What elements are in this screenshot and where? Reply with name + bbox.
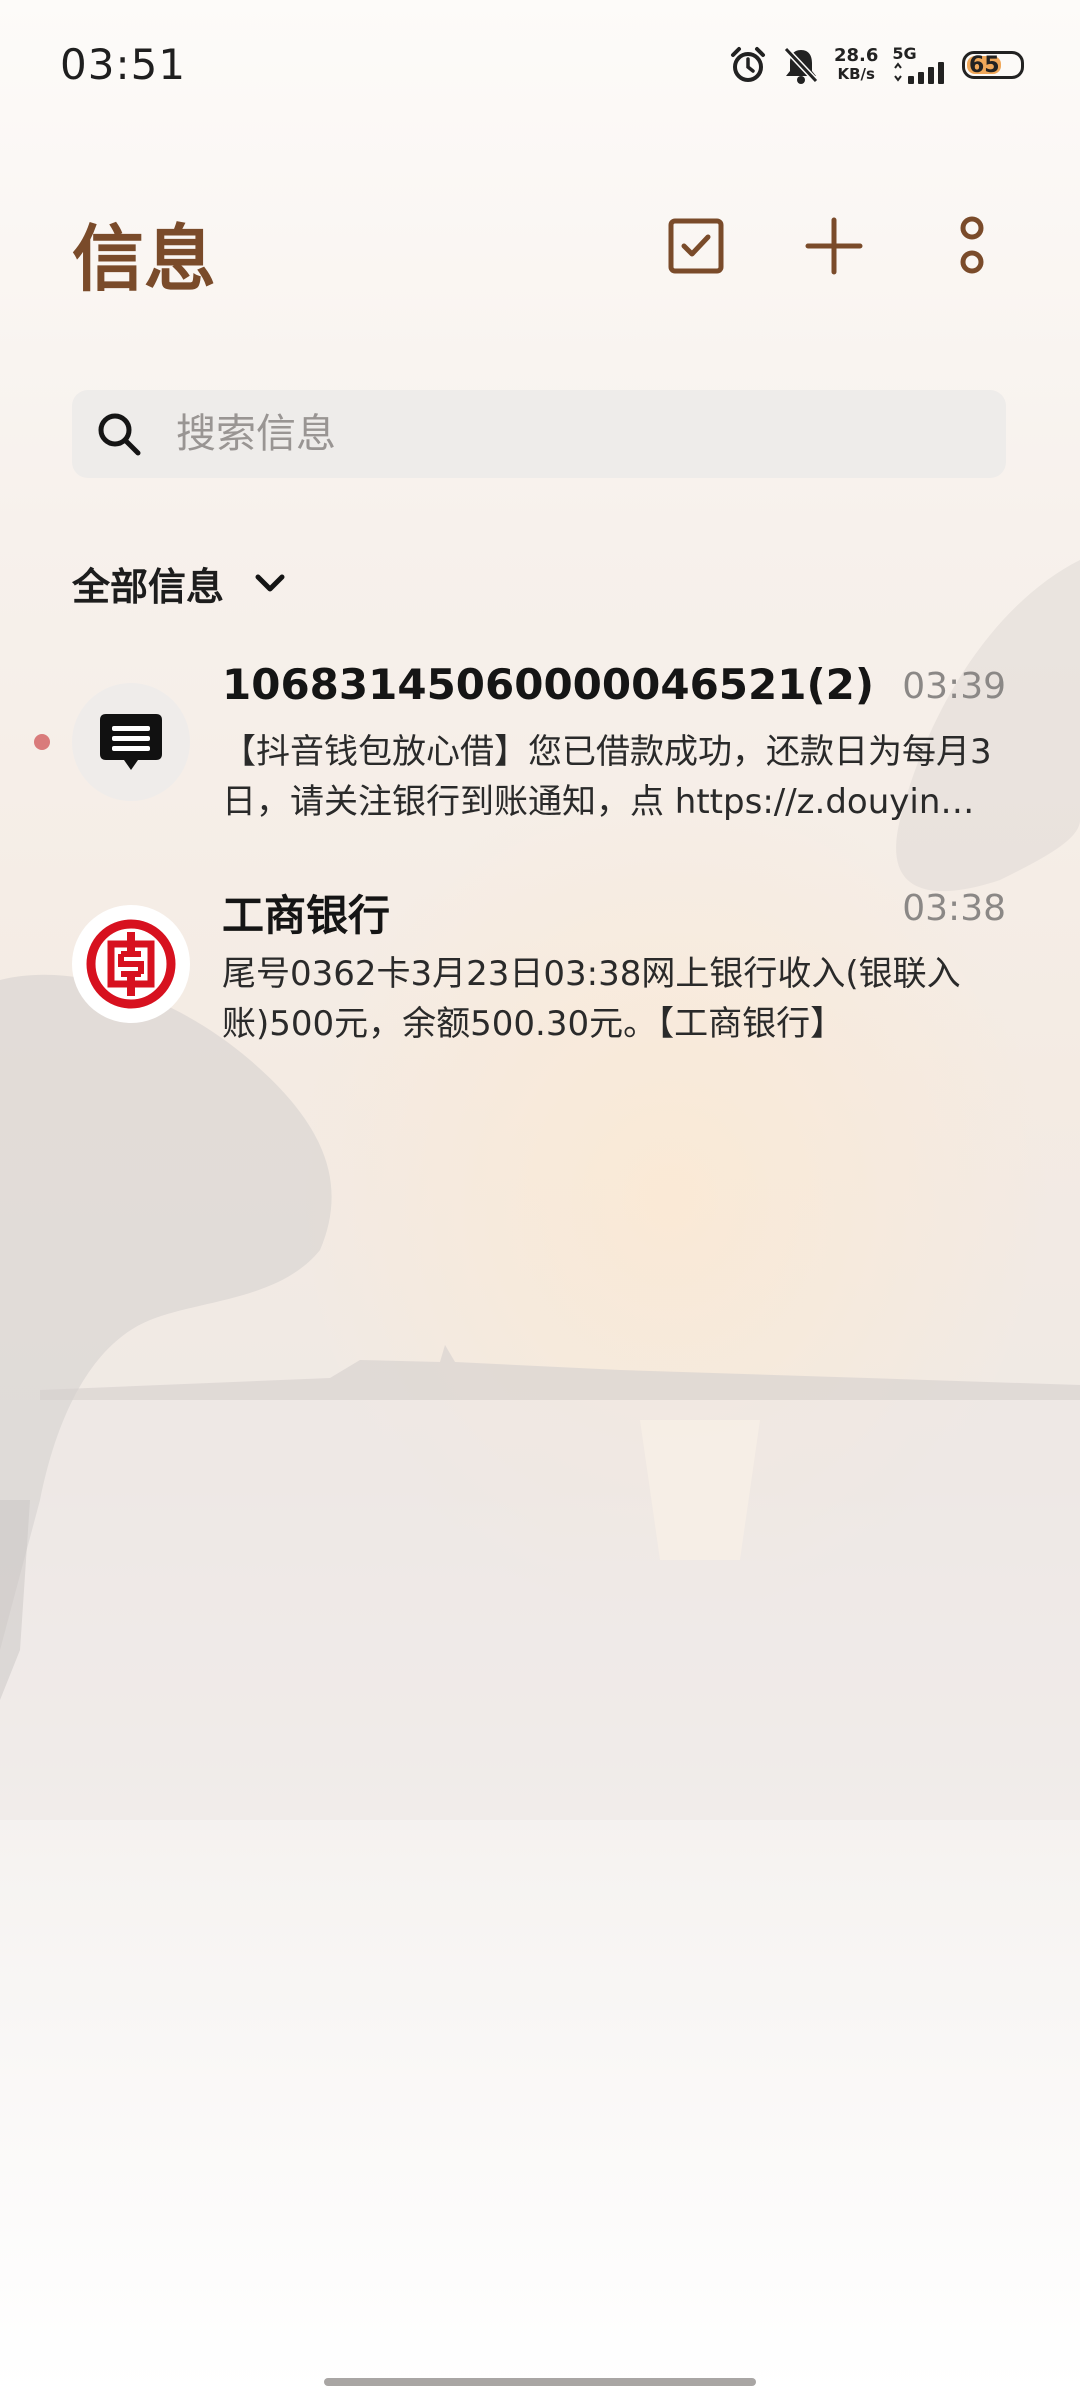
bell-muted-icon [783, 46, 819, 84]
net-speed: 28.6 KB/s [834, 46, 878, 84]
message-item[interactable]: 10683145060000046521(2) 03:39 【抖音钱包放心借】您… [0, 650, 1080, 860]
net-speed-unit: KB/s [837, 65, 875, 83]
avatar [72, 905, 190, 1023]
plus-icon [805, 217, 863, 275]
filter-label: 全部信息 [72, 565, 225, 609]
avatar [72, 683, 190, 801]
unread-dot [34, 734, 50, 750]
status-time: 03:51 [60, 40, 187, 89]
signal-icon [894, 62, 945, 84]
filter-dropdown[interactable]: 全部信息 [72, 556, 286, 611]
search-input[interactable] [174, 410, 938, 458]
more-options-button[interactable] [932, 206, 1012, 286]
net-speed-value: 28.6 [834, 45, 879, 66]
message-icon [100, 714, 162, 770]
message-preview: 【抖音钱包放心借】您已借款成功，还款日为每月3日，请关注银行到账通知，点 htt… [222, 732, 992, 822]
search-bar[interactable] [72, 390, 1006, 478]
network-type: 5G [892, 44, 917, 63]
message-time: 03:38 [902, 888, 1006, 929]
message-sender: 10683145060000046521(2) [222, 660, 875, 709]
battery-icon: 65 [962, 51, 1025, 79]
page-title: 信息 [72, 217, 217, 301]
alarm-icon [731, 47, 765, 82]
icbc-logo-icon [86, 919, 176, 1009]
message-preview: 尾号0362卡3月23日03:38网上银行收入(银联入账)500元，余额500.… [222, 954, 961, 1044]
new-message-button[interactable] [794, 206, 874, 286]
home-indicator[interactable] [324, 2378, 756, 2386]
network-indicator: 5G [892, 46, 948, 84]
message-time: 03:39 [902, 666, 1006, 707]
select-checkbox-icon [668, 218, 724, 274]
message-sender: 工商银行 [222, 891, 391, 940]
status-icons: 28.6 KB/s 5G 65 [728, 40, 1025, 90]
message-item[interactable]: 工商银行 03:38 尾号0362卡3月23日03:38网上银行收入(银联入账)… [0, 872, 1080, 1082]
select-button[interactable] [656, 206, 736, 286]
search-icon [98, 413, 141, 456]
background-image [0, 0, 1080, 2392]
battery-level: 65 [967, 52, 1002, 78]
chevron-down-icon [255, 574, 285, 591]
more-vertical-icon [960, 216, 984, 274]
